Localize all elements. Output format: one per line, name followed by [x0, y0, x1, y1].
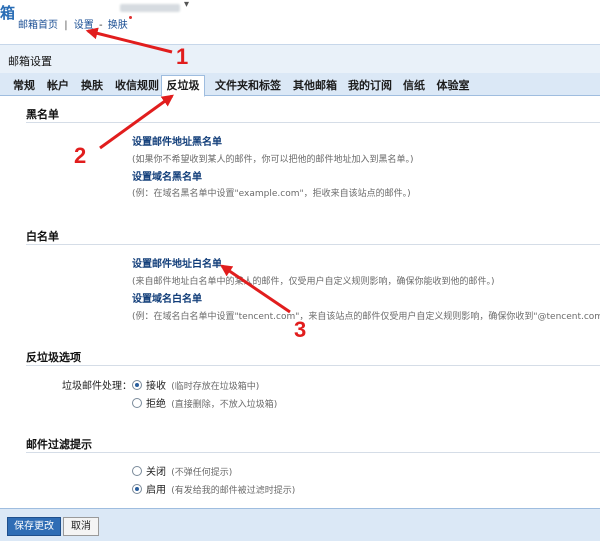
domain-blacklist-link[interactable]: 设置域名黑名单: [132, 168, 202, 183]
spam-handling-label: 垃圾邮件处理：: [62, 381, 132, 392]
settings-title: 邮箱设置: [8, 55, 52, 68]
new-indicator-dot-icon: [128, 16, 132, 19]
domain-blacklist-desc: (例：在域名黑名单中设置"example.com"，拒收来自该站点的邮件。): [132, 189, 411, 199]
spam-accept-radio[interactable]: [132, 380, 142, 390]
spam-reject-option[interactable]: 拒绝 (直接删除，不放入垃圾箱): [132, 395, 277, 410]
tab-subscriptions[interactable]: 我的订阅: [345, 76, 395, 95]
account-name-blurred: [120, 4, 180, 12]
email-whitelist-link[interactable]: 设置邮件地址白名单: [132, 255, 222, 270]
filter-tip-title: 邮件过滤提示: [26, 438, 92, 451]
filter-tip-on-option[interactable]: 启用 (有发给我的邮件被过滤时提示): [132, 481, 295, 496]
filter-tip-off-radio[interactable]: [132, 466, 142, 476]
tab-folders-labels[interactable]: 文件夹和标签: [210, 76, 286, 95]
spam-reject-label: 拒绝: [146, 399, 166, 410]
filter-tip-on-note: (有发给我的邮件被过滤时提示): [171, 486, 296, 496]
spam-accept-note: (临时存放在垃圾箱中): [171, 382, 260, 392]
filter-tip-off-note: (不弹任何提示): [171, 468, 233, 478]
annotation-arrow-3: [220, 264, 291, 314]
antispam-divider: [26, 365, 600, 366]
whitelist-divider: [26, 244, 600, 245]
email-blacklist-desc: (如果你不希望收到某人的邮件，你可以把他的邮件地址加入到黑名单。): [132, 155, 414, 165]
save-changes-button[interactable]: 保存更改: [7, 517, 61, 536]
tab-lab[interactable]: 体验室: [433, 76, 473, 95]
filter-tip-off-option[interactable]: 关闭 (不弹任何提示): [132, 463, 232, 478]
spam-reject-note: (直接删除，不放入垃圾箱): [171, 400, 278, 410]
settings-header: 邮箱设置: [0, 44, 600, 73]
whitelist-title: 白名单: [26, 230, 59, 243]
filter-tip-off-label: 关闭: [146, 467, 166, 478]
antispam-options-title: 反垃圾选项: [26, 351, 81, 364]
top-links: 邮箱首页 | 设置 - 换肤: [18, 16, 132, 31]
filter-tip-divider: [26, 452, 600, 453]
email-whitelist-desc: (来自邮件地址白名单中的某人的邮件，仅受用户自定义规则影响，确保你能收到他的邮件…: [132, 277, 495, 287]
settings-footer: 保存更改 取消: [0, 508, 600, 541]
logo-fragment: 箱: [0, 4, 16, 22]
email-blacklist-link[interactable]: 设置邮件地址黑名单: [132, 133, 222, 148]
tab-general[interactable]: 常规: [10, 76, 38, 95]
spam-accept-label: 接收: [146, 381, 166, 392]
cancel-button[interactable]: 取消: [63, 517, 99, 536]
filter-tip-on-radio[interactable]: [132, 484, 142, 494]
annotation-number-2: 2: [74, 143, 86, 168]
domain-whitelist-link[interactable]: 设置域名白名单: [132, 290, 202, 305]
top-bar: 箱 ▾ 邮箱首页 | 设置 - 换肤: [0, 0, 600, 44]
settings-link[interactable]: 设置: [74, 20, 94, 31]
skin-link[interactable]: 换肤: [108, 20, 128, 31]
tab-antispam[interactable]: 反垃圾: [161, 75, 205, 97]
tab-receive-rules[interactable]: 收信规则: [112, 76, 162, 95]
domain-whitelist-desc: (例：在域名白名单中设置"tencent.com"，来自该站点的邮件仅受用户自定…: [132, 312, 600, 322]
link-dash: -: [98, 20, 103, 31]
filter-tip-on-label: 启用: [146, 485, 166, 496]
blacklist-divider: [26, 122, 600, 123]
mailbox-home-link[interactable]: 邮箱首页: [18, 20, 58, 31]
settings-tabs: 常规 帐户 换肤 收信规则 反垃圾 文件夹和标签 其他邮箱 我的订阅 信纸 体验…: [0, 73, 600, 97]
tab-skin[interactable]: 换肤: [78, 76, 106, 95]
spam-accept-option[interactable]: 接收 (临时存放在垃圾箱中): [132, 377, 259, 392]
tab-stationery[interactable]: 信纸: [400, 76, 428, 95]
blacklist-title: 黑名单: [26, 108, 59, 121]
tab-account[interactable]: 帐户: [44, 76, 72, 95]
tab-other-mailboxes[interactable]: 其他邮箱: [290, 76, 340, 95]
link-separator: |: [64, 20, 68, 31]
account-dropdown-icon[interactable]: ▾: [184, 0, 189, 10]
spam-reject-radio[interactable]: [132, 398, 142, 408]
